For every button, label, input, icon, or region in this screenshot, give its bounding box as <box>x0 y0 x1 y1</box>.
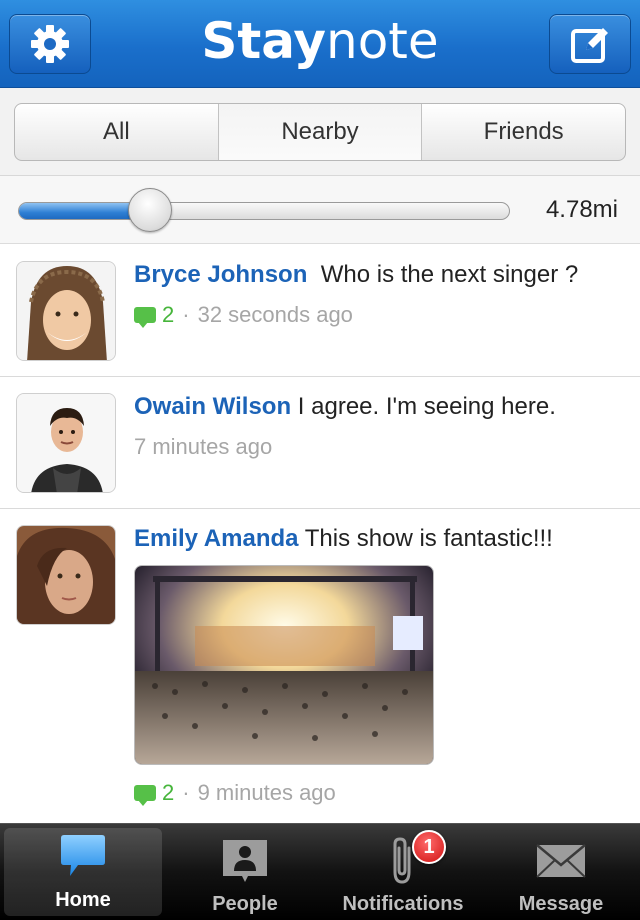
post-time: 7 minutes ago <box>134 434 273 459</box>
post-text: This show is fantastic!!! <box>304 525 553 552</box>
tab-friends[interactable]: Friends <box>422 104 625 160</box>
list-item[interactable]: Bryce Johnson Who is the next singer ? 2… <box>0 245 640 377</box>
post-time: 32 seconds ago <box>197 302 353 327</box>
notification-badge: 1 <box>412 830 446 864</box>
separator-dot: · <box>182 780 190 805</box>
distance-value: 4.78mi <box>545 196 618 223</box>
filter-bar: All Nearby Friends <box>0 88 640 176</box>
logo-text-light: note <box>326 12 439 70</box>
feed-list: Bryce Johnson Who is the next singer ? 2… <box>0 245 640 823</box>
tab-label: Notifications <box>342 893 464 915</box>
tab-label: Message <box>518 893 604 915</box>
tab-home[interactable]: Home <box>4 828 162 916</box>
comment-icon <box>134 307 156 328</box>
tab-nearby[interactable]: Nearby <box>218 104 423 160</box>
post-author[interactable]: Bryce Johnson <box>134 261 307 288</box>
post-author[interactable]: Owain Wilson <box>134 393 291 420</box>
compose-icon <box>571 28 608 63</box>
comment-count[interactable]: 2 <box>134 777 174 809</box>
avatar[interactable] <box>16 393 116 493</box>
tab-people[interactable]: People <box>166 824 324 920</box>
list-item[interactable]: Owain Wilson I agree. I'm seeing here. 7… <box>0 377 640 509</box>
post-photo[interactable] <box>134 565 434 765</box>
person-card-icon <box>223 840 267 882</box>
tab-notifications[interactable]: 1 Notifications <box>324 824 482 920</box>
post-text: Who is the next singer ? <box>320 261 579 288</box>
logo-text-bold: Stay <box>201 12 327 70</box>
post-time: 9 minutes ago <box>197 780 336 805</box>
post-author[interactable]: Emily Amanda <box>134 525 299 552</box>
comment-count[interactable]: 2 <box>134 299 174 331</box>
tab-label: People <box>212 893 278 915</box>
tab-label: Home <box>55 889 111 911</box>
avatar[interactable] <box>16 261 116 361</box>
comment-icon <box>134 785 156 806</box>
app-logo: Staynote <box>0 12 640 70</box>
avatar[interactable] <box>16 525 116 625</box>
bottom-tab-bar: Home People 1 Notifications Message <box>0 823 640 920</box>
app-header: Staynote <box>0 0 640 88</box>
tab-all[interactable]: All <box>15 104 219 160</box>
chat-bubble-icon <box>61 835 105 876</box>
envelope-icon <box>536 844 586 878</box>
filter-segmented-control: All Nearby Friends <box>14 103 626 161</box>
comment-count-value: 2 <box>162 302 175 327</box>
comment-count-value: 2 <box>162 780 175 805</box>
distance-slider-thumb[interactable] <box>128 188 172 232</box>
tab-message[interactable]: Message <box>482 824 640 920</box>
list-item[interactable]: Emily Amanda This show is fantastic!!! 2… <box>0 509 640 823</box>
post-text: I agree. I'm seeing here. <box>297 393 556 420</box>
distance-slider-track[interactable] <box>18 202 510 220</box>
compose-button[interactable] <box>549 14 631 74</box>
separator-dot: · <box>182 302 190 327</box>
distance-bar: 4.78mi <box>0 176 640 244</box>
